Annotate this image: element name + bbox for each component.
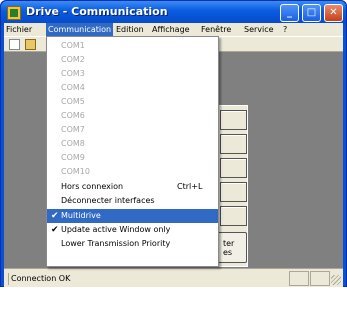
menu-item-com2: COM2 bbox=[61, 55, 85, 64]
app-icon[interactable] bbox=[7, 6, 21, 20]
close-button[interactable]: ✕ bbox=[324, 4, 343, 22]
menu-help[interactable]: ? bbox=[281, 23, 289, 36]
menu-item-com7: COM7 bbox=[61, 125, 85, 134]
menu-item-com3: COM3 bbox=[61, 69, 85, 78]
resize-grip-icon[interactable] bbox=[331, 275, 341, 285]
update-active-label: Update active Window only bbox=[61, 225, 171, 234]
shortcut-ctrl-l: Ctrl+L bbox=[177, 182, 203, 191]
communication-menu-dropdown: COM1 COM2 COM3 COM4 COM5 COM6 COM7 COM8 … bbox=[46, 36, 219, 267]
multidrive-label: Multidrive bbox=[61, 211, 101, 220]
menu-item-deconnecter-interfaces[interactable]: Déconnecter interfaces bbox=[47, 194, 218, 208]
menu-affichage[interactable]: Affichage bbox=[150, 23, 192, 36]
child-button-3[interactable] bbox=[220, 158, 247, 178]
menu-item-multidrive[interactable]: ✔ Multidrive bbox=[47, 209, 218, 223]
status-cell-2 bbox=[310, 271, 330, 286]
menu-service[interactable]: Service bbox=[242, 23, 276, 36]
menu-bar: Fichier Communication Edition Affichage … bbox=[4, 23, 343, 36]
window-title: Drive - Communication bbox=[26, 5, 168, 18]
menu-edition[interactable]: Edition bbox=[114, 23, 146, 36]
checkmark-icon: ✔ bbox=[51, 211, 59, 221]
menu-fichier[interactable]: Fichier bbox=[4, 23, 34, 36]
status-bar: Connection OK bbox=[4, 268, 343, 287]
menu-item-com8: COM8 bbox=[61, 139, 85, 148]
partial-button-line2: es bbox=[223, 248, 233, 257]
menu-item-com6: COM6 bbox=[61, 111, 85, 120]
open-folder-icon[interactable] bbox=[25, 39, 36, 50]
maximize-button[interactable]: □ bbox=[302, 4, 321, 22]
menu-item-update-active-window[interactable]: ✔ Update active Window only bbox=[47, 223, 218, 237]
menu-communication[interactable]: Communication bbox=[46, 23, 114, 36]
menu-item-com10: COM10 bbox=[61, 167, 90, 176]
menu-item-com4: COM4 bbox=[61, 83, 85, 92]
status-cell-1 bbox=[289, 271, 309, 286]
menu-item-com1: COM1 bbox=[61, 41, 85, 50]
title-bar[interactable]: Drive - Communication _ □ ✕ bbox=[1, 1, 346, 25]
minimize-button[interactable]: _ bbox=[280, 4, 299, 22]
child-button-5[interactable] bbox=[220, 206, 247, 226]
child-button-1[interactable] bbox=[220, 110, 247, 130]
menu-item-com9: COM9 bbox=[61, 153, 85, 162]
status-text: Connection OK bbox=[8, 273, 70, 285]
hors-connexion-label: Hors connexion bbox=[61, 182, 124, 191]
menu-item-hors-connexion[interactable]: Hors connexion Ctrl+L bbox=[47, 180, 218, 194]
checkmark-icon: ✔ bbox=[51, 225, 59, 235]
child-button-4[interactable] bbox=[220, 182, 247, 202]
partial-button-line1: ter bbox=[223, 239, 235, 248]
menu-item-lower-transmission-priority[interactable]: Lower Transmission Priority bbox=[47, 237, 218, 251]
menu-fenetre[interactable]: Fenêtre bbox=[199, 23, 233, 36]
child-button-2[interactable] bbox=[220, 134, 247, 154]
new-document-icon[interactable] bbox=[9, 39, 20, 50]
menu-item-com5: COM5 bbox=[61, 97, 85, 106]
